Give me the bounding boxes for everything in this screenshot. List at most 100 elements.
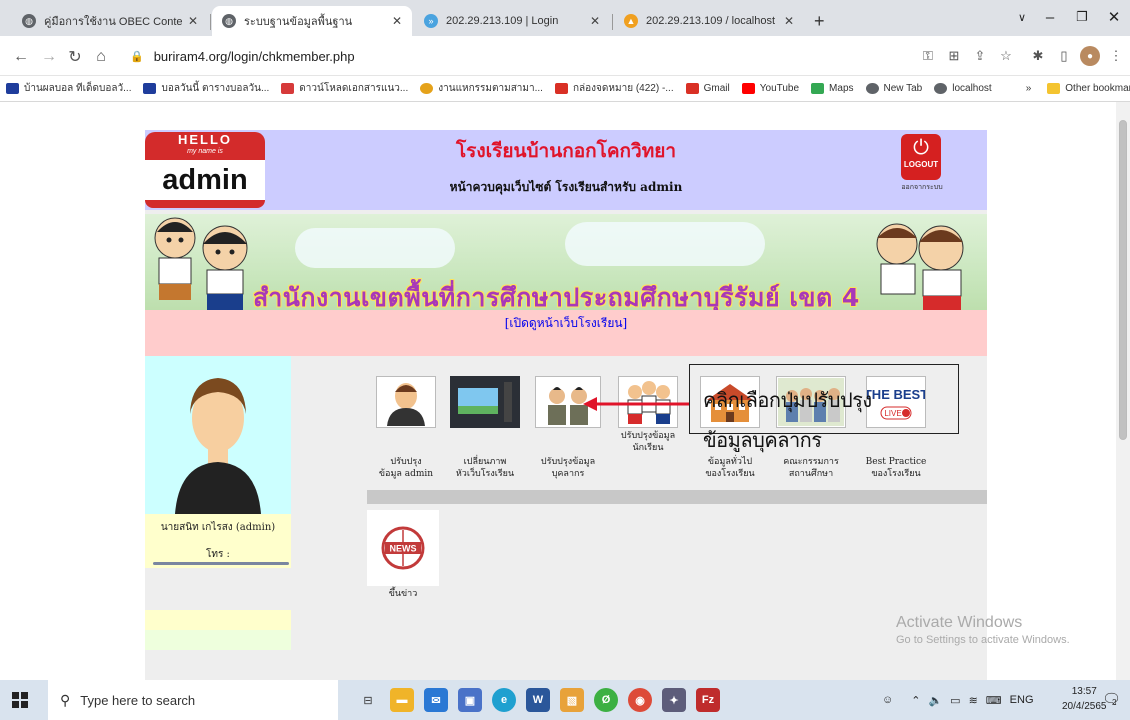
label-line-2: หัวเว็บโรงเรียน [455,469,515,479]
chevron-up-icon[interactable]: ⌃ [911,694,920,707]
filezilla-icon[interactable]: Fz [696,688,720,712]
bookmark-item[interactable]: บอลวันนี้ ตารางบอลวัน... [143,81,269,96]
clock-time: 13:57 [1071,686,1097,697]
network-icon[interactable]: ≋ [969,694,978,707]
bookmark-item[interactable]: Maps [811,83,854,94]
address-bar[interactable]: 🔒 buriram4.org/login/chkmember.php [118,42,910,70]
translate-icon[interactable]: ⊞ [944,46,964,66]
bookmark-label: localhost [952,83,992,94]
file-explorer-icon[interactable]: ▬ [390,688,414,712]
home-icon[interactable]: ⌂ [88,44,114,70]
extensions-icon[interactable]: ✱ [1028,46,1048,66]
banner-image-icon[interactable] [450,376,520,428]
browser-tab[interactable]: » 202.29.213.109 | Login ✕ [414,6,610,36]
app-icon[interactable]: ▧ [560,688,584,712]
other-bookmarks-folder[interactable]: Other bookmarks [1047,83,1130,94]
bookmarks-bar: บ้านผลบอล ทีเด็ดบอลวั... บอลวันนี้ ตาราง… [0,76,1130,102]
taskbar-search-box[interactable]: ⚲ Type here to search [48,680,338,720]
share-icon[interactable]: ⇪ [970,46,990,66]
close-icon[interactable]: ✕ [590,14,600,28]
notification-icon[interactable]: 🗨 2 [1102,690,1121,708]
news-icon[interactable]: NEWS [367,510,439,586]
close-icon[interactable]: ✕ [188,14,198,28]
task-view-icon[interactable]: ⊟ [356,688,380,712]
chrome-icon[interactable]: ◉ [628,688,652,712]
bookmark-item[interactable]: บ้านผลบอล ทีเด็ดบอลวั... [6,81,131,96]
bookmark-item[interactable]: กล่องจดหมาย (422) -... [554,81,674,96]
globe-icon: ◍ [222,14,236,28]
browser-tab-active[interactable]: ◍ ระบบฐานข้อมูลพื้นฐาน ✕ [212,6,412,36]
bookmark-icon [6,83,19,94]
app-icon[interactable]: ✦ [662,688,686,712]
edge-browser-icon[interactable]: e [492,688,516,712]
name-tag-bottom [145,200,265,208]
bookmark-item[interactable]: localhost [934,83,992,94]
admin-profile-icon[interactable] [376,376,436,428]
mail-icon[interactable]: ✉ [424,688,448,712]
back-arrow-icon[interactable]: ← [8,44,34,70]
news-text: NEWS [390,544,417,554]
bookmarks-overflow-button[interactable]: » [1026,83,1032,94]
menu-item-news[interactable]: NEWS ขึ้นข่าว [367,510,439,600]
menu-item-admin-profile[interactable]: ปรับปรุง ข้อมูล admin [371,376,441,480]
browser-tab[interactable]: ▲ 202.29.213.109 / localhost / burir ✕ [614,6,804,36]
keyboard-icon[interactable]: ⌨ [986,694,1002,707]
forward-arrow-icon[interactable]: → [36,44,62,70]
view-school-website-link[interactable]: [เปิดดูหน้าเว็บโรงเรียน] [145,314,987,333]
windows-start-icon[interactable] [12,692,28,708]
bookmark-label: บ้านผลบอล ทีเด็ดบอลวั... [24,83,132,94]
menu-item-personnel[interactable]: ปรับปรุงข้อมูล บุคลากร [531,376,605,480]
menu-item-students[interactable]: ปรับปรุงข้อมูล นักเรียน [615,376,681,454]
close-window-button[interactable]: ✕ [1094,4,1130,30]
bookmark-item[interactable]: Gmail [685,83,730,94]
label-line-1: เปลี่ยนภาพ [463,457,507,467]
vertical-scrollbar[interactable] [1116,102,1130,680]
battery-icon[interactable]: ▭ [950,694,960,707]
taskbar-clock[interactable]: 13:57 20/4/2565 [1062,684,1107,714]
site-banner: สำนักงานเขตพื้นที่การศึกษาประถมศึกษาบุรี… [145,214,987,322]
tab-title: คู่มือการใช้งาน OBEC Content Cente [44,16,182,28]
bookmark-item[interactable]: YouTube [741,83,799,94]
admin-page: HELLO my name is admin โรงเรียนบ้านกอกโค… [145,130,987,680]
sidebar-strip [145,630,291,650]
label-line-2: ของโรงเรียน [871,469,921,479]
search-icon: ⚲ [60,691,71,708]
star-icon[interactable]: ☆ [996,46,1016,66]
label-line-1: ปรับปรุง [390,457,422,467]
gmail-icon [554,83,568,94]
bookmark-item[interactable]: งานแหกรรมตามสามา... [420,81,543,96]
menu-dots-icon[interactable]: ⋮ [1106,46,1126,66]
profile-avatar-icon[interactable]: ● [1080,46,1100,66]
app-icon[interactable]: Ø [594,688,618,712]
side-panel-icon[interactable]: ▯ [1054,46,1074,66]
scrollbar-thumb[interactable] [1119,120,1127,440]
windows-taskbar: ⚲ Type here to search ⊟ ▬ ✉ ▣ e W ▧ Ø ◉ … [0,680,1130,720]
kids-right-cartoon-icon [876,223,964,310]
menu-item-change-banner[interactable]: เปลี่ยนภาพหัวเว็บโรงเรียน [445,376,525,480]
browser-tab[interactable]: ◍ คู่มือการใช้งาน OBEC Content Cente ✕ [12,6,208,36]
label-line-2: บุคลากร [551,469,585,479]
new-tab-button[interactable]: + [808,6,838,36]
avatar-panel [145,356,291,514]
bookmark-item[interactable]: ดาวน์โหลดเอกสารแนว... [281,81,408,96]
language-indicator[interactable]: ENG [1010,694,1034,706]
phpmyadmin-icon: ▲ [624,14,638,28]
divider [153,562,289,565]
people-icon[interactable]: ☺ [882,694,893,706]
close-icon[interactable]: ✕ [392,14,402,28]
notification-count: 2 [1112,698,1117,707]
logout-button[interactable]: ⏻ LOGOUT [901,134,941,180]
reload-icon[interactable]: ↻ [62,44,88,70]
bookmark-item[interactable]: New Tab [865,83,922,94]
store-icon[interactable]: ▣ [458,688,482,712]
site-header: HELLO my name is admin โรงเรียนบ้านกอกโค… [145,130,987,210]
close-icon[interactable]: ✕ [784,14,794,28]
menu-item-label: ขึ้นข่าว [388,589,418,599]
label-line-2: ของโรงเรียน [705,469,755,479]
menu-item-label: ปรับปรุง ข้อมูล admin [371,456,441,480]
key-icon[interactable]: ⚿ [918,46,938,66]
menu-item-label: เปลี่ยนภาพหัวเว็บโรงเรียน [445,456,525,480]
word-icon[interactable]: W [526,688,550,712]
annotation-text: คลิกเลือกปุ่มปรับปรุง ข้อมูลบุคลากร [703,380,953,460]
speaker-icon[interactable]: 🔈 [928,694,942,707]
